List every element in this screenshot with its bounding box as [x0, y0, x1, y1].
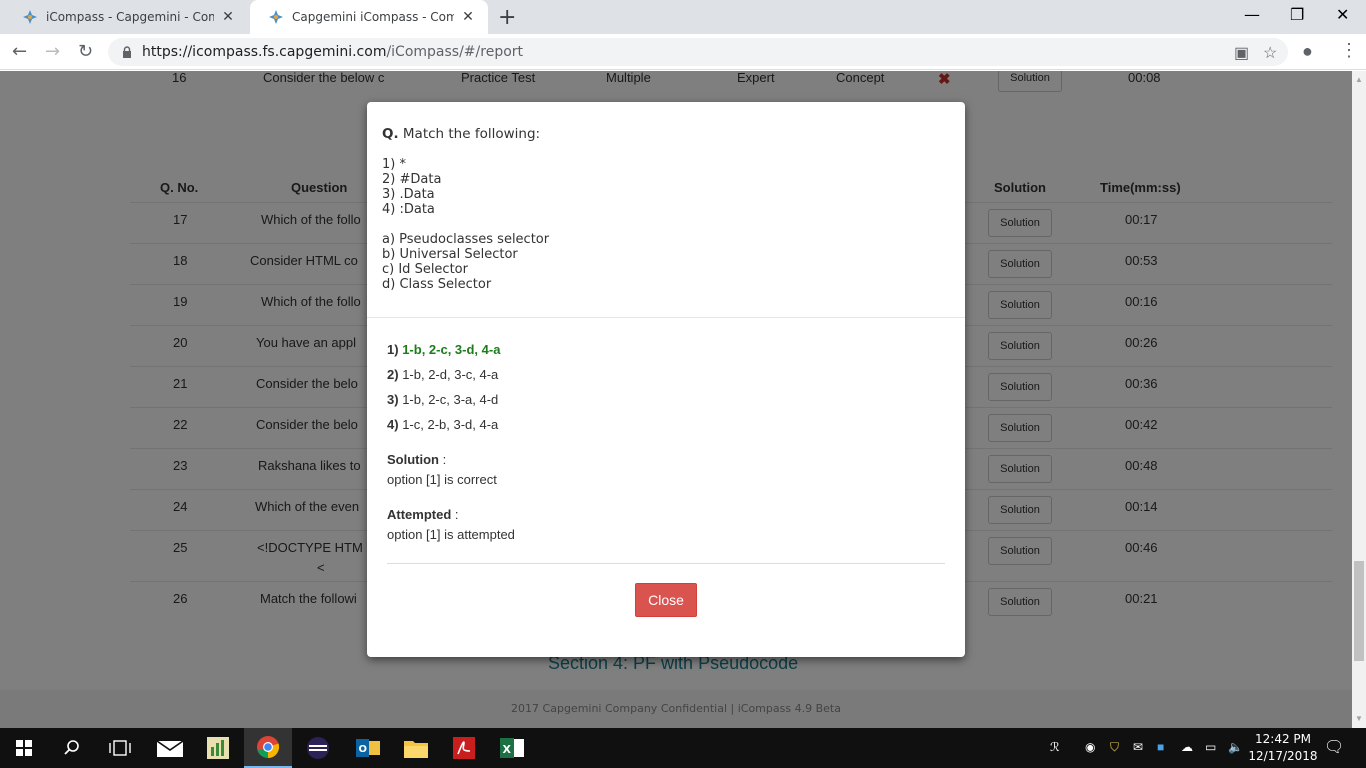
url-host: https://icompass.fs.capgemini.com — [142, 44, 387, 60]
tab-title: Capgemini iCompass - Compete — [292, 10, 454, 24]
match-choice: d) Class Selector — [382, 277, 492, 292]
tab-capgemini-icompass[interactable]: Capgemini iCompass - Compete ✕ — [250, 0, 488, 34]
window-close-icon[interactable]: ✕ — [1336, 5, 1349, 24]
chrome-icon[interactable] — [244, 728, 292, 768]
tab-title: iCompass - Capgemini - Compet — [46, 10, 214, 24]
profile-icon[interactable]: ● — [1302, 41, 1313, 62]
option-number: 1) — [387, 342, 399, 357]
solution-separator: : — [439, 452, 447, 467]
solution-text: option [1] is correct — [387, 472, 497, 487]
forward-icon[interactable]: → — [45, 41, 60, 62]
attempted-label-text: Attempted — [387, 507, 452, 522]
attempted-separator: : — [451, 507, 459, 522]
back-icon[interactable]: ← — [12, 41, 27, 62]
option-text: 1-c, 2-b, 3-d, 4-a — [402, 417, 499, 432]
question-prefix: Q. — [382, 126, 399, 142]
chart-app-icon[interactable] — [194, 728, 242, 768]
restore-icon[interactable]: ❐ — [1290, 5, 1304, 24]
network-icon[interactable]: ▭ — [1205, 740, 1216, 754]
answer-option: 3) 1-b, 2-c, 3-a, 4-d — [387, 392, 945, 417]
scroll-up-icon[interactable]: ▲ — [1355, 75, 1363, 84]
solution-modal: Q. Match the following: 1) * 2) #Data 3)… — [367, 102, 965, 657]
scroll-down-icon[interactable]: ▼ — [1355, 714, 1363, 723]
outlook-tray-icon[interactable]: ■ — [1157, 740, 1164, 754]
security-shield-icon[interactable]: ⛉ — [1110, 740, 1119, 755]
modal-question: Q. Match the following: 1) * 2) #Data 3)… — [367, 102, 965, 318]
svg-text:X: X — [503, 743, 512, 756]
svg-text:O: O — [359, 744, 368, 755]
address-bar[interactable]: https://icompass.fs.capgemini.com/iCompa… — [108, 38, 1288, 66]
windows-start-icon[interactable] — [0, 728, 48, 768]
acrobat-icon[interactable] — [440, 728, 488, 768]
browser-toolbar: ← → ↻ https://icompass.fs.capgemini.com/… — [0, 34, 1366, 70]
people-icon[interactable]: ℛ — [1050, 740, 1060, 754]
modal-answers: 1) 1-b, 2-c, 3-d, 4-a 2) 1-b, 2-d, 3-c, … — [387, 342, 945, 542]
solution-label: Solution : — [387, 452, 945, 467]
match-item: 1) * — [382, 157, 406, 172]
menu-icon[interactable]: ⋮ — [1340, 40, 1358, 61]
task-view-icon[interactable] — [96, 728, 144, 768]
clock-date: 12/17/2018 — [1248, 749, 1318, 763]
clock-time: 12:42 PM — [1255, 732, 1311, 746]
compass-icon — [23, 10, 37, 24]
taskbar: O X ℛ ◉ ⛉ ✉ ■ ☁ ▭ 🔈 12:42 PM 12/17/2018 … — [0, 728, 1366, 768]
tab-icompass[interactable]: iCompass - Capgemini - Compet ✕ — [4, 0, 248, 34]
volume-icon[interactable]: 🔈 — [1228, 740, 1243, 754]
lock-icon — [123, 46, 131, 58]
new-tab-icon[interactable]: + — [498, 5, 516, 30]
option-text: 1-b, 2-c, 3-a, 4-d — [402, 392, 499, 407]
match-choice: b) Universal Selector — [382, 247, 518, 262]
match-item: 2) #Data — [382, 172, 442, 187]
answer-option: 4) 1-c, 2-b, 3-d, 4-a — [387, 417, 945, 442]
option-number: 3) — [387, 392, 399, 407]
match-item: 4) :Data — [382, 202, 435, 217]
onedrive-icon[interactable]: ☁ — [1181, 740, 1193, 754]
match-choice: a) Pseudoclasses selector — [382, 232, 550, 247]
blocked-popup-icon[interactable]: ▣ — [1234, 43, 1249, 63]
close-icon[interactable]: ✕ — [220, 9, 236, 25]
divider — [387, 563, 945, 564]
file-explorer-icon[interactable] — [392, 728, 440, 768]
excel-icon[interactable]: X — [488, 728, 536, 768]
network-globe-icon[interactable]: ◉ — [1085, 740, 1095, 754]
attempted-text: option [1] is attempted — [387, 527, 515, 542]
minimize-icon[interactable]: — — [1244, 5, 1260, 24]
attempted-label: Attempted : — [387, 507, 945, 522]
compass-icon — [269, 10, 283, 24]
answer-option: 2) 1-b, 2-d, 3-c, 4-a — [387, 367, 945, 392]
close-icon[interactable]: ✕ — [460, 9, 476, 25]
search-icon[interactable] — [48, 728, 96, 768]
notification-icon[interactable]: 🗨 — [1324, 737, 1344, 757]
option-text: 1-b, 2-c, 3-d, 4-a — [402, 342, 501, 357]
outlook-icon[interactable]: O — [344, 728, 392, 768]
clock[interactable]: 12:42 PM 12/17/2018 — [1248, 731, 1318, 765]
option-number: 2) — [387, 367, 399, 382]
star-icon[interactable]: ☆ — [1263, 43, 1277, 63]
option-number: 4) — [387, 417, 399, 432]
option-text: 1-b, 2-d, 3-c, 4-a — [402, 367, 499, 382]
url-text: https://icompass.fs.capgemini.com/iCompa… — [142, 44, 523, 60]
eclipse-icon[interactable] — [294, 728, 342, 768]
reload-icon[interactable]: ↻ — [78, 41, 93, 62]
scrollbar[interactable]: ▲ ▼ — [1352, 71, 1366, 728]
match-item: 3) .Data — [382, 187, 435, 202]
close-button[interactable]: Close — [635, 583, 697, 617]
tab-strip: iCompass - Capgemini - Compet ✕ Capgemin… — [0, 0, 1366, 34]
match-choice: c) Id Selector — [382, 262, 468, 277]
answer-option-correct: 1) 1-b, 2-c, 3-d, 4-a — [387, 342, 945, 367]
scroll-thumb[interactable] — [1354, 561, 1364, 661]
mail-icon[interactable] — [146, 728, 194, 768]
url-path: /iCompass/#/report — [386, 44, 524, 60]
solution-label-text: Solution — [387, 452, 439, 467]
mail-tray-icon[interactable]: ✉ — [1133, 740, 1143, 754]
question-title: Q. Match the following: — [382, 126, 950, 142]
question-text: Match the following: — [402, 126, 541, 142]
